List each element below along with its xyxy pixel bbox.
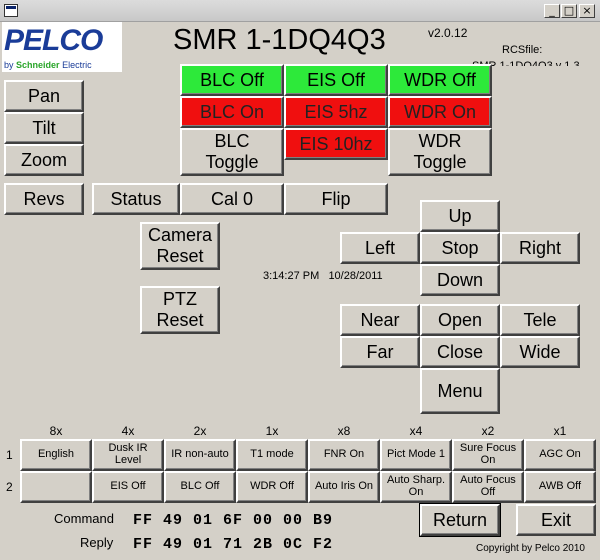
camera-reset-button[interactable]: Camera Reset <box>140 222 220 270</box>
copyright-text: Copyright by Pelco 2010 <box>476 543 585 554</box>
right-button[interactable]: Right <box>500 232 580 264</box>
setting-awb-off[interactable]: AWB Off <box>524 471 596 503</box>
eis-off-button[interactable]: EIS Off <box>284 64 388 96</box>
flip-button[interactable]: Flip <box>284 183 388 215</box>
status-button[interactable]: Status <box>92 183 180 215</box>
setting-wdr-off[interactable]: WDR Off <box>236 471 308 503</box>
return-button[interactable]: Return <box>419 503 501 537</box>
pan-button[interactable]: Pan <box>4 80 84 112</box>
setting-sure-focus-on[interactable]: Sure Focus On <box>452 439 524 471</box>
logo-sub-suffix: Electric <box>62 60 92 70</box>
setting-auto-sharp-on[interactable]: Auto Sharp. On <box>380 471 452 503</box>
col-header: x8 <box>337 424 351 438</box>
down-button[interactable]: Down <box>420 264 500 296</box>
setting-auto-focus-off[interactable]: Auto Focus Off <box>452 471 524 503</box>
tilt-button[interactable]: Tilt <box>4 112 84 144</box>
setting-agc-on[interactable]: AGC On <box>524 439 596 471</box>
setting-eis-off[interactable]: EIS Off <box>92 471 164 503</box>
col-header: 1x <box>265 424 279 438</box>
reply-value: FF 49 01 71 2B 0C F2 <box>133 536 334 553</box>
close-button[interactable]: × <box>579 4 595 18</box>
title-bar <box>0 0 600 22</box>
date-text: 10/28/2011 <box>328 270 383 282</box>
wdr-off-button[interactable]: WDR Off <box>388 64 492 96</box>
version-label: v2.0.12 <box>428 26 468 40</box>
rcs-label: RCSfile: <box>502 44 543 56</box>
wdr-toggle-button[interactable]: WDR Toggle <box>388 128 492 176</box>
setting-blc-off[interactable]: BLC Off <box>164 471 236 503</box>
row-header: 1 <box>6 448 13 462</box>
ptz-reset-button[interactable]: PTZ Reset <box>140 286 220 334</box>
logo-sub-prefix: by <box>4 60 14 70</box>
time-text: 3:14:27 PM <box>263 270 320 282</box>
blc-toggle-button[interactable]: BLC Toggle <box>180 128 284 176</box>
menu-button[interactable]: Menu <box>420 368 500 414</box>
blc-on-button[interactable]: BLC On <box>180 96 284 128</box>
open-button[interactable]: Open <box>420 304 500 336</box>
eis-5hz-button[interactable]: EIS 5hz <box>284 96 388 128</box>
datetime-display: 3:14:27 PM 10/28/2011 <box>263 270 383 282</box>
row-header: 2 <box>6 480 13 494</box>
setting-t1-mode[interactable]: T1 mode <box>236 439 308 471</box>
setting-auto-iris-on[interactable]: Auto Iris On <box>308 471 380 503</box>
col-header: 8x <box>49 424 63 438</box>
command-value: FF 49 01 6F 00 00 B9 <box>133 512 334 529</box>
setting-fnr-on[interactable]: FNR On <box>308 439 380 471</box>
zoom-button[interactable]: Zoom <box>4 144 84 176</box>
setting-dusk-ir-level[interactable]: Dusk IR Level <box>92 439 164 471</box>
eis-10hz-button[interactable]: EIS 10hz <box>284 128 388 160</box>
pelco-logo-text: PELCO <box>4 24 103 57</box>
cal0-button[interactable]: Cal 0 <box>180 183 284 215</box>
revs-button[interactable]: Revs <box>4 183 84 215</box>
maximize-button[interactable]: □ <box>561 4 577 18</box>
wdr-on-button[interactable]: WDR On <box>388 96 492 128</box>
wide-button[interactable]: Wide <box>500 336 580 368</box>
setting-empty[interactable] <box>20 471 92 503</box>
schneider-logo-text: by Schneider Electric <box>4 60 92 70</box>
stop-button[interactable]: Stop <box>420 232 500 264</box>
minimize-button[interactable]: _ <box>544 4 560 18</box>
near-button[interactable]: Near <box>340 304 420 336</box>
col-header: 4x <box>121 424 135 438</box>
logo-sub-brand: Schneider <box>16 60 60 70</box>
close-iris-button[interactable]: Close <box>420 336 500 368</box>
tele-button[interactable]: Tele <box>500 304 580 336</box>
col-header: x1 <box>553 424 567 438</box>
col-header: x4 <box>409 424 423 438</box>
col-header: x2 <box>481 424 495 438</box>
reply-label: Reply <box>80 535 114 550</box>
page-title: SMR 1-1DQ4Q3 <box>173 24 386 56</box>
command-label: Command <box>54 511 114 526</box>
exit-button[interactable]: Exit <box>516 504 596 536</box>
far-button[interactable]: Far <box>340 336 420 368</box>
up-button[interactable]: Up <box>420 200 500 232</box>
left-button[interactable]: Left <box>340 232 420 264</box>
setting-pict-mode-1[interactable]: Pict Mode 1 <box>380 439 452 471</box>
col-header: 2x <box>193 424 207 438</box>
setting-english[interactable]: English <box>20 439 92 471</box>
blc-off-button[interactable]: BLC Off <box>180 64 284 96</box>
app-icon <box>4 4 18 17</box>
setting-ir-non-auto[interactable]: IR non-auto <box>164 439 236 471</box>
